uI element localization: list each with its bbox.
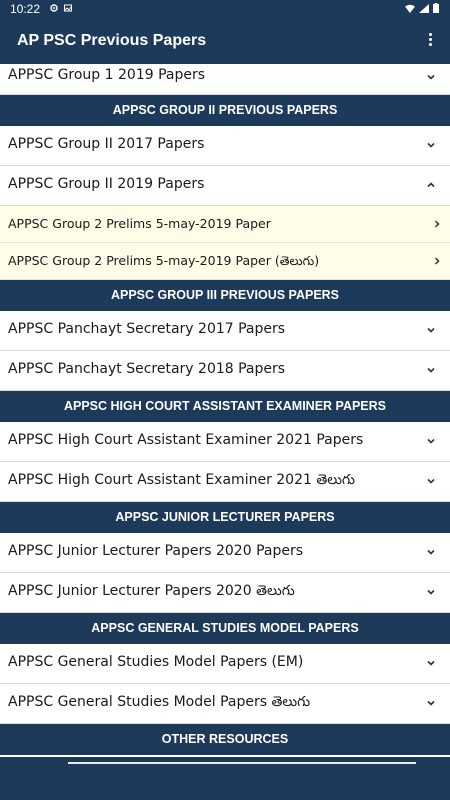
list-row-label: APPSC Group II 2019 Papers: [8, 176, 205, 192]
list-row[interactable]: APPSC Group II 2017 Papers: [0, 126, 450, 166]
bottom-panel: [0, 757, 450, 800]
chevron-down-icon: [427, 478, 435, 484]
paper-link-item[interactable]: APPSC Group 2 Prelims 5-may-2019 Paper (…: [0, 243, 450, 280]
list-row[interactable]: APPSC General Studies Model Papers (EM): [0, 644, 450, 684]
section-header: OTHER RESOURCES: [0, 724, 450, 755]
paper-link-label: APPSC Group 2 Prelims 5-may-2019 Paper: [8, 216, 271, 231]
chevron-down-icon: [427, 700, 435, 706]
section-header: APPSC GENERAL STUDIES MODEL PAPERS: [0, 613, 450, 644]
bottom-divider: [68, 762, 416, 764]
chevron-right-icon: [434, 257, 440, 265]
list-row[interactable]: APPSC Group 1 2019 Papers: [0, 64, 450, 95]
app-title: AP PSC Previous Papers: [17, 32, 207, 49]
battery-icon: [433, 3, 439, 13]
chevron-down-icon: [427, 367, 435, 373]
list-row[interactable]: APPSC Junior Lecturer Papers 2020 Papers: [0, 533, 450, 573]
list-row[interactable]: APPSC Panchayt Secretary 2018 Papers: [0, 351, 450, 391]
chevron-down-icon: [427, 327, 435, 333]
signal-icon: [419, 4, 429, 13]
list-row-label: APPSC Panchayt Secretary 2018 Papers: [8, 361, 286, 377]
chevron-down-icon: [427, 549, 435, 555]
section-header: APPSC JUNIOR LECTURER PAPERS: [0, 502, 450, 533]
papers-list: APPSC Group 1 2019 Papers APPSC GROUP II…: [0, 64, 450, 755]
section-header: APPSC HIGH COURT ASSISTANT EXAMINER PAPE…: [0, 391, 450, 422]
app-bar: AP PSC Previous Papers: [0, 18, 450, 64]
chevron-down-icon: [427, 438, 435, 444]
list-row-label: APPSC General Studies Model Papers (EM): [8, 654, 304, 670]
overflow-menu-icon[interactable]: [426, 31, 434, 51]
chevron-right-icon: [434, 220, 440, 228]
list-row-label: APPSC High Court Assistant Examiner 2021…: [8, 472, 356, 488]
list-row-label: APPSC Group II 2017 Papers: [8, 136, 205, 152]
list-row-label: APPSC Panchayt Secretary 2017 Papers: [8, 321, 286, 337]
status-time: 10:22: [10, 2, 41, 16]
list-row-label: APPSC General Studies Model Papers తెలుగ…: [8, 694, 311, 710]
section-header: APPSC GROUP II PREVIOUS PAPERS: [0, 95, 450, 126]
list-row[interactable]: APPSC General Studies Model Papers తెలుగ…: [0, 684, 450, 724]
wifi-icon: [405, 4, 415, 13]
list-row[interactable]: APPSC High Court Assistant Examiner 2021…: [0, 462, 450, 502]
section-header: APPSC GROUP III PREVIOUS PAPERS: [0, 280, 450, 311]
chevron-down-icon: [427, 74, 435, 80]
image-icon: [64, 4, 72, 12]
list-row-label: APPSC Junior Lecturer Papers 2020 తెలుగు: [8, 583, 295, 599]
list-row[interactable]: APPSC High Court Assistant Examiner 2021…: [0, 422, 450, 462]
list-row-label: APPSC High Court Assistant Examiner 2021…: [8, 432, 364, 448]
chevron-down-icon: [427, 142, 435, 148]
list-row[interactable]: APPSC Panchayt Secretary 2017 Papers: [0, 311, 450, 351]
list-row[interactable]: APPSC Junior Lecturer Papers 2020 తెలుగు: [0, 573, 450, 613]
status-bar: 10:22: [0, 0, 450, 18]
list-row[interactable]: APPSC Group II 2019 Papers: [0, 166, 450, 206]
chevron-down-icon: [427, 660, 435, 666]
paper-link-label: APPSC Group 2 Prelims 5-may-2019 Paper (…: [8, 253, 320, 268]
paper-link-item[interactable]: APPSC Group 2 Prelims 5-may-2019 Paper: [0, 206, 450, 243]
settings-icon: [50, 4, 58, 12]
chevron-up-icon: [427, 182, 435, 188]
list-row-label: APPSC Group 1 2019 Papers: [8, 67, 206, 83]
chevron-down-icon: [427, 589, 435, 595]
list-row-label: APPSC Junior Lecturer Papers 2020 Papers: [8, 543, 304, 559]
